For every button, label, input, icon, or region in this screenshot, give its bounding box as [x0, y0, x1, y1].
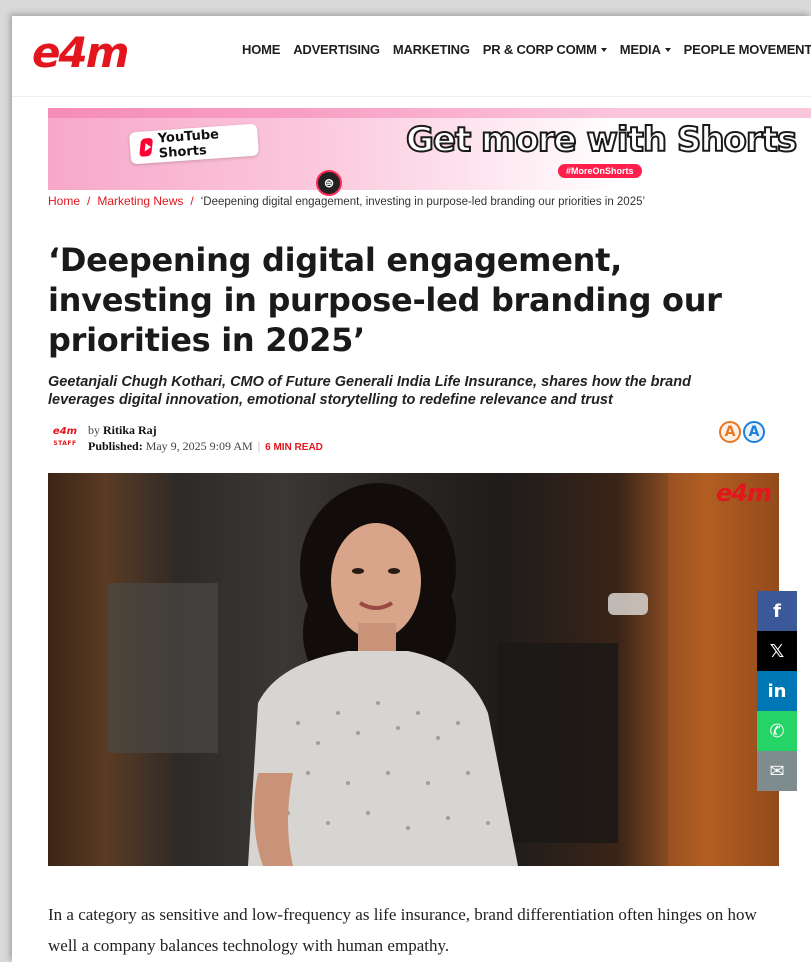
nav-media[interactable]: MEDIA: [620, 42, 671, 57]
byline-divider: |: [257, 439, 261, 453]
main-nav: HOME ADVERTISING MARKETING PR & CORP COM…: [242, 42, 811, 57]
nav-people-movement[interactable]: PEOPLE MOVEMENT: [684, 42, 811, 57]
nav-home-label: HOME: [242, 42, 281, 57]
ad-banner[interactable]: YouTube Shorts Get more with Shorts #Mor…: [48, 108, 811, 190]
social-share-bar: f 𝕏 in ✆ ✉: [757, 591, 797, 791]
whatsapp-share-button[interactable]: ✆: [757, 711, 797, 751]
article-hero-image: e4m: [48, 473, 779, 866]
article-subtitle: Geetanjali Chugh Kothari, CMO of Future …: [48, 374, 691, 408]
breadcrumb-separator: /: [190, 194, 194, 208]
breadcrumb-separator: /: [87, 194, 91, 208]
nav-advertising[interactable]: ADVERTISING: [293, 42, 380, 57]
banner-stripe: [48, 108, 811, 118]
decrease-font-button[interactable]: A: [719, 421, 741, 443]
increase-font-button[interactable]: A: [743, 421, 765, 443]
read-time: 6 MIN READ: [265, 442, 323, 453]
email-share-button[interactable]: ✉: [757, 751, 797, 791]
banner-headline: Get more with Shorts: [405, 119, 798, 161]
browser-page: e4m HOME ADVERTISING MARKETING PR & CORP…: [12, 16, 811, 962]
banner-hashtag: #MoreOnShorts: [558, 164, 642, 178]
portrait-photo: [108, 473, 779, 866]
youtube-shorts-icon: [139, 137, 154, 157]
site-logo[interactable]: e4m: [32, 30, 129, 76]
nav-pr-corp-comm[interactable]: PR & CORP COMM: [483, 42, 607, 57]
author-avatar-logo: e4m: [52, 426, 78, 437]
nav-marketing-label: MARKETING: [392, 42, 470, 57]
chevron-down-icon: [664, 47, 671, 52]
youtube-shorts-badge: YouTube Shorts: [129, 123, 259, 165]
image-watermark-logo: e4m: [716, 479, 772, 507]
published-label: Published:: [88, 439, 143, 453]
nav-advertising-label: ADVERTISING: [293, 42, 380, 57]
published-date: May 9, 2025 9:09 AM: [145, 439, 253, 453]
author-avatar-staff: STAFF: [53, 440, 77, 447]
byline: by Ritika Raj Published: May 9, 2025 9:0…: [88, 422, 323, 456]
ad-choices-icon[interactable]: ⊜: [316, 170, 342, 196]
nav-people-movement-label: PEOPLE MOVEMENT: [683, 42, 811, 57]
x-share-button[interactable]: 𝕏: [757, 631, 797, 671]
email-icon: ✉: [769, 760, 785, 782]
linkedin-share-button[interactable]: in: [757, 671, 797, 711]
linkedin-icon: in: [767, 680, 787, 702]
article-title: ‘Deepening digital engagement, investing…: [48, 241, 722, 359]
chevron-down-icon: [600, 47, 607, 52]
nav-media-label: MEDIA: [619, 42, 661, 57]
breadcrumb-home[interactable]: Home: [48, 194, 80, 208]
author-name[interactable]: Ritika Raj: [103, 423, 157, 437]
x-icon: 𝕏: [769, 640, 785, 662]
whatsapp-icon: ✆: [769, 720, 785, 742]
byline-by: by: [88, 423, 100, 437]
author-avatar: e4m STAFF: [52, 426, 78, 452]
nav-marketing[interactable]: MARKETING: [393, 42, 470, 57]
article-body-paragraph: In a category as sensitive and low-frequ…: [48, 905, 757, 955]
breadcrumb: Home / Marketing News / ‘Deepening digital e…: [48, 194, 645, 208]
nav-home[interactable]: HOME: [242, 42, 280, 57]
breadcrumb-section[interactable]: Marketing News: [97, 194, 183, 208]
breadcrumb-current: ‘Deepening digital engagement, investing…: [200, 196, 646, 208]
font-size-controls: A A: [719, 421, 765, 443]
facebook-share-button[interactable]: f: [757, 591, 797, 631]
site-header: e4m HOME ADVERTISING MARKETING PR & CORP…: [12, 16, 811, 97]
youtube-shorts-label: YouTube Shorts: [157, 127, 220, 162]
facebook-icon: f: [773, 600, 781, 622]
nav-pr-corp-comm-label: PR & CORP COMM: [482, 42, 597, 57]
